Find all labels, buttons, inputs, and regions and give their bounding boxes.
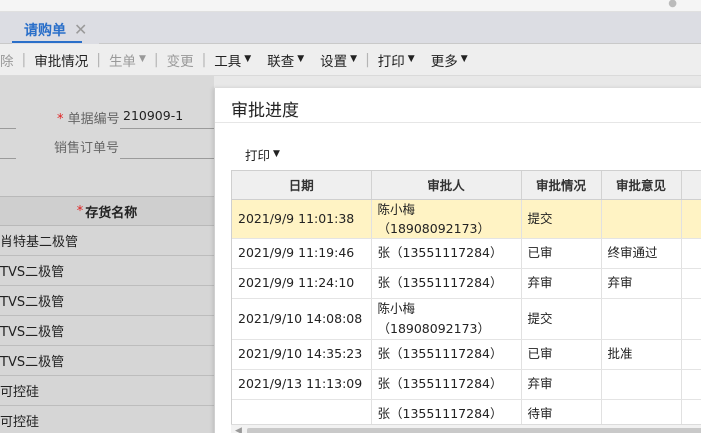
- chevron-down-icon: ▼: [138, 53, 146, 64]
- column-header-extra: [681, 171, 701, 200]
- cell-opinion: [601, 369, 682, 400]
- cell-extra: [681, 369, 701, 400]
- horizontal-scrollbar[interactable]: ◀: [231, 424, 701, 433]
- window-top-strip: ●: [0, 0, 701, 12]
- chevron-down-icon: ▼: [273, 148, 280, 159]
- cell-opinion: 弃审: [601, 268, 682, 299]
- toolbar: 除 | 审批情况 | 生单 ▼ | 变更 | 工具 ▼ 联查 ▼ 设置 ▼ | 打印 ▼ …: [0, 44, 701, 76]
- toolbar-more-button[interactable]: 更多 ▼: [423, 50, 476, 70]
- toolbar-change-button[interactable]: 变更: [159, 50, 202, 70]
- tab-bar: 请购单 ✕: [0, 12, 701, 44]
- doc-no-value[interactable]: 210909-1: [123, 108, 183, 123]
- doc-no-label: * 单据编号: [57, 112, 120, 127]
- table-row[interactable]: 2021/9/9 11:24:10 张（13551117284） 弃审 弃审: [232, 268, 701, 299]
- cell-approver: 陈小梅（18908092173）: [371, 298, 522, 340]
- chevron-down-icon: ▼: [407, 53, 415, 64]
- toolbar-query-button[interactable]: 联查 ▼: [259, 50, 312, 70]
- cell-status: 提交: [521, 199, 602, 239]
- column-header-approver[interactable]: 审批人: [371, 171, 522, 200]
- inventory-name-header: * 存货名称: [0, 196, 214, 226]
- cell-approver: 张（13551117284）: [371, 369, 522, 400]
- cell-status: 弃审: [521, 369, 602, 400]
- toolbar-delete-button[interactable]: 除: [0, 50, 22, 70]
- table-row[interactable]: 2021/9/10 14:08:08 陈小梅（18908092173） 提交: [232, 298, 701, 340]
- tab-purchase-request[interactable]: 请购单 ✕: [12, 16, 100, 44]
- cell-extra: [681, 238, 701, 269]
- inventory-grid: * 存货名称 肖特基二极管 TVS二极管 TVS二极管 TVS二极管 TVS二极管…: [0, 196, 214, 433]
- field-underline: [0, 128, 16, 129]
- cell-extra: [681, 298, 701, 340]
- field-underline: [0, 158, 16, 159]
- cell-opinion: 批准: [601, 339, 682, 370]
- cell-approver: 陈小梅（18908092173）: [371, 199, 522, 239]
- table-row[interactable]: 2021/9/13 11:13:09 张（13551117284） 弃审: [232, 369, 701, 400]
- table-row[interactable]: TVS二极管: [0, 346, 214, 376]
- cell-extra: [681, 199, 701, 239]
- dialog-print-button[interactable]: 打印 ▼: [245, 145, 280, 164]
- scroll-left-icon[interactable]: ◀: [235, 426, 242, 433]
- window-corner-icon: ●: [668, 0, 677, 9]
- table-row[interactable]: 2021/9/10 14:35:23 张（13551117284） 已审 批准: [232, 339, 701, 370]
- cell-approver: 张（13551117284）: [371, 268, 522, 299]
- cell-status: 提交: [521, 298, 602, 340]
- chevron-down-icon: ▼: [297, 53, 305, 64]
- chevron-down-icon: ▼: [460, 53, 468, 64]
- cell-opinion: 终审通过: [601, 238, 682, 269]
- chevron-down-icon: ▼: [350, 53, 358, 64]
- column-header-opinion[interactable]: 审批意见: [601, 171, 682, 200]
- sales-order-input[interactable]: [120, 158, 214, 159]
- doc-no-underline: [120, 128, 214, 129]
- table-row[interactable]: 可控硅: [0, 376, 214, 406]
- scrollbar-thumb[interactable]: [247, 428, 701, 433]
- dialog-title: 审批进度: [231, 101, 299, 121]
- cell-opinion: [601, 199, 682, 239]
- table-row[interactable]: 2021/9/9 11:01:38 陈小梅（18908092173） 提交: [232, 199, 701, 239]
- sales-order-label: 销售订单号: [54, 141, 120, 156]
- cell-status: 已审: [521, 238, 602, 269]
- toolbar-tools-button[interactable]: 工具 ▼: [206, 50, 259, 70]
- toolbar-generate-button[interactable]: 生单 ▼: [101, 50, 154, 70]
- cell-date: 2021/9/9 11:19:46: [232, 238, 372, 269]
- column-header-date[interactable]: 日期: [232, 171, 372, 200]
- table-row[interactable]: TVS二极管: [0, 256, 214, 286]
- chevron-down-icon: ▼: [244, 53, 252, 64]
- approval-table: 日期 审批人 审批情况 审批意见 2021/9/9 11:01:38 陈小梅（1…: [231, 170, 701, 433]
- table-row[interactable]: TVS二极管: [0, 286, 214, 316]
- toolbar-print-button[interactable]: 打印 ▼: [370, 50, 423, 70]
- cell-date: 2021/9/10 14:35:23: [232, 339, 372, 370]
- table-row[interactable]: 可控硅: [0, 406, 214, 433]
- toolbar-approval-status-button[interactable]: 审批情况: [26, 50, 96, 70]
- tab-active-indicator: [12, 41, 82, 43]
- dialog-title-divider: [215, 122, 701, 123]
- cell-approver: 张（13551117284）: [371, 339, 522, 370]
- table-row[interactable]: 肖特基二极管: [0, 226, 214, 256]
- cell-date: 2021/9/9 11:01:38: [232, 199, 372, 239]
- cell-extra: [681, 339, 701, 370]
- close-icon[interactable]: ✕: [74, 22, 87, 38]
- approval-progress-dialog: 审批进度 打印 ▼ 日期 审批人 审批情况 审批意见 2021/9/9 11:0…: [214, 88, 701, 433]
- cell-date: 2021/9/13 11:13:09: [232, 369, 372, 400]
- toolbar-settings-button[interactable]: 设置 ▼: [312, 50, 365, 70]
- table-row[interactable]: TVS二极管: [0, 316, 214, 346]
- tab-label: 请购单: [24, 23, 66, 39]
- column-header-status[interactable]: 审批情况: [521, 171, 602, 200]
- cell-date: 2021/9/9 11:24:10: [232, 268, 372, 299]
- cell-date: 2021/9/10 14:08:08: [232, 298, 372, 340]
- table-row[interactable]: 2021/9/9 11:19:46 张（13551117284） 已审 终审通过: [232, 238, 701, 269]
- cell-status: 弃审: [521, 268, 602, 299]
- cell-approver: 张（13551117284）: [371, 238, 522, 269]
- cell-status: 已审: [521, 339, 602, 370]
- cell-opinion: [601, 298, 682, 340]
- cell-extra: [681, 268, 701, 299]
- form-header: * 单据编号 210909-1 销售订单号: [0, 76, 214, 196]
